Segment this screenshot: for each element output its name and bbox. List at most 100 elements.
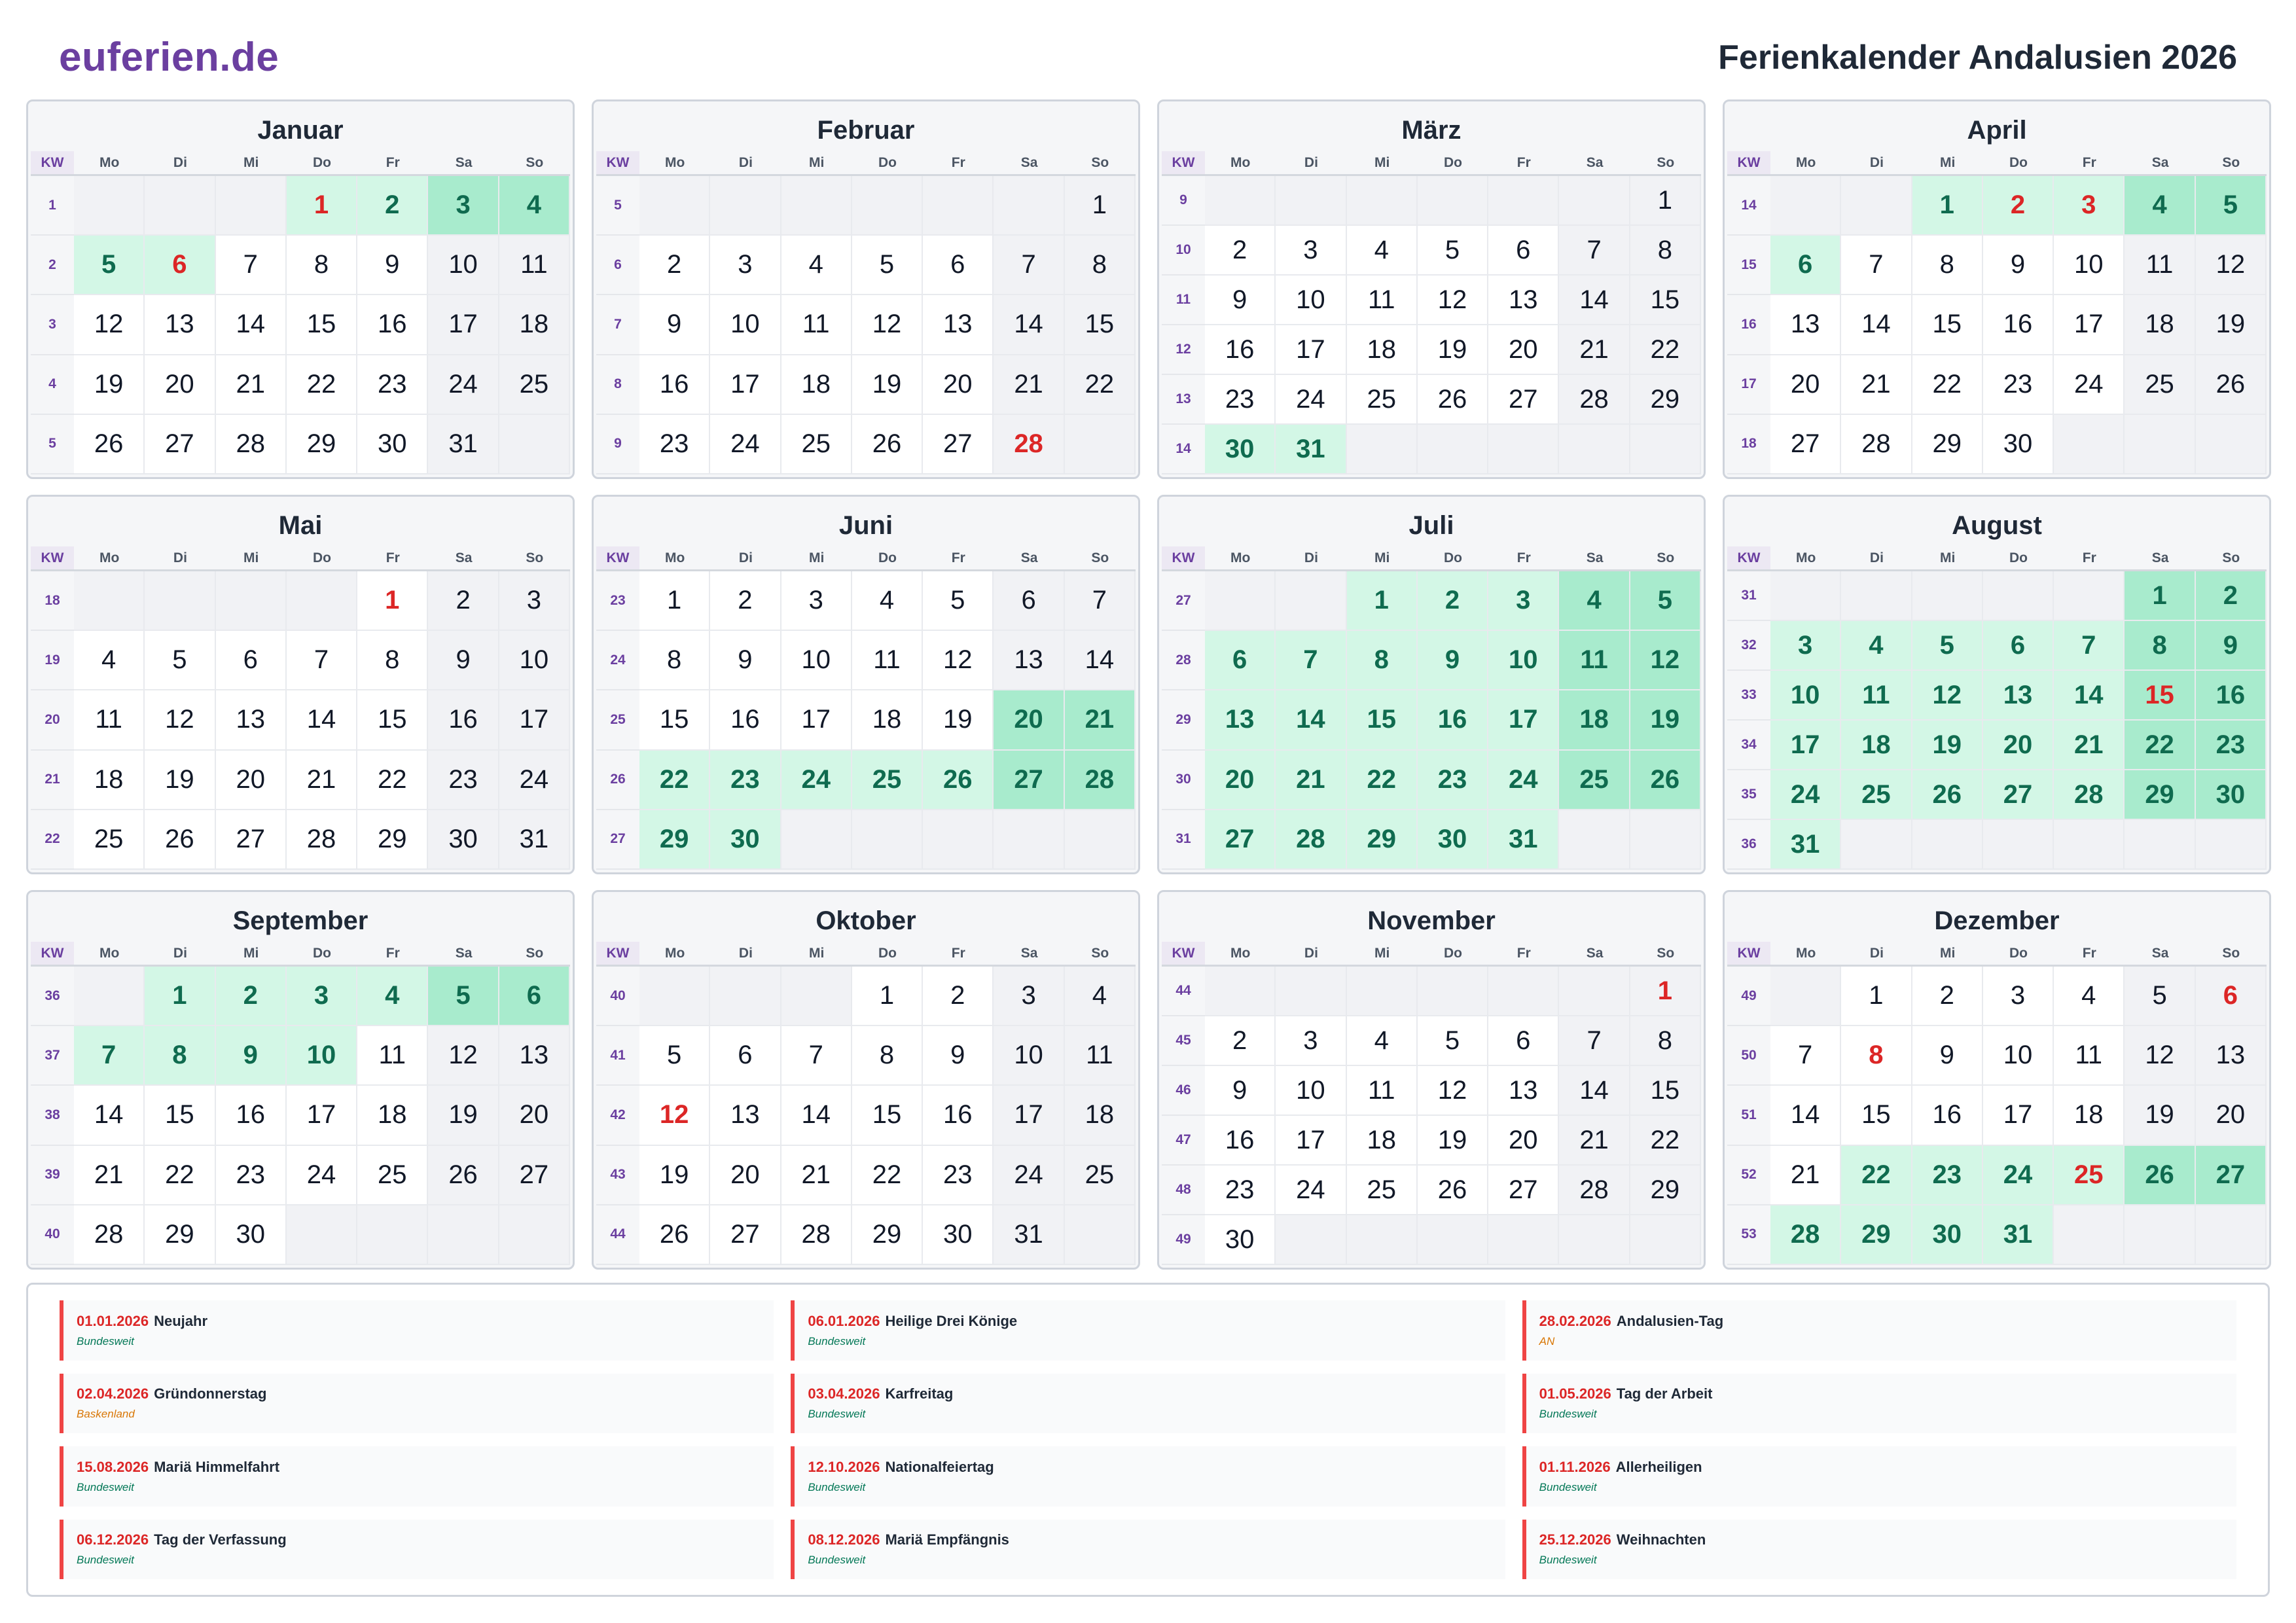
day-cell: 31 (428, 414, 499, 474)
week-number: 14 (1727, 176, 1770, 236)
empty-day-cell (215, 571, 287, 632)
weekday-header: Di (1841, 942, 1912, 967)
legend-item: 08.12.2026 Mariä Empfängnis Bundesweit (791, 1519, 1505, 1579)
week-number: 52 (1727, 1145, 1770, 1205)
page-title: Ferienkalender Andalusien 2026 (1718, 39, 2237, 77)
day-cell: 4 (781, 236, 852, 296)
day-cell: 18 (1346, 1116, 1418, 1166)
day-cell: 14 (74, 1086, 145, 1146)
weekday-header: Fr (1488, 942, 1560, 967)
week-number: 1 (31, 176, 74, 236)
day-cell: 9 (1417, 631, 1489, 691)
legend-item: 01.01.2026 Neujahr Bundesweit (60, 1300, 774, 1361)
week-number: 9 (1162, 176, 1205, 226)
kw-header: KW (596, 546, 639, 571)
weekday-header: So (499, 546, 570, 571)
month-name: Mai (278, 511, 323, 540)
day-cell: 10 (781, 631, 852, 691)
day-cell: 5 (1417, 1016, 1489, 1066)
day-cell: 21 (1770, 1145, 1842, 1205)
day-cell: 15 (852, 1086, 924, 1146)
legend-item: 15.08.2026 Mariä Himmelfahrt Bundesweit (60, 1446, 774, 1507)
weekday-header: Do (286, 151, 358, 176)
legend-item: 03.04.2026 Karfreitag Bundesweit (791, 1373, 1505, 1433)
weekday-header: Fr (923, 942, 994, 967)
empty-day-cell (1770, 176, 1842, 236)
weekday-header: Di (1276, 151, 1347, 176)
day-cell: 6 (1770, 236, 1842, 296)
empty-day-cell (2195, 414, 2267, 474)
empty-day-cell (1559, 1215, 1630, 1265)
empty-day-cell (1346, 425, 1418, 474)
day-cell: 26 (1417, 375, 1489, 425)
day-cell: 19 (639, 1145, 711, 1205)
legend-region: AN (1539, 1334, 1555, 1347)
legend-region: Bundesweit (808, 1334, 866, 1347)
weekday-header: So (1630, 546, 1701, 571)
day-cell: 21 (781, 1145, 852, 1205)
day-cell: 16 (710, 690, 781, 751)
day-cell: 15 (1346, 690, 1418, 751)
weekday-header: Fr (923, 151, 994, 176)
day-cell: 11 (1559, 631, 1630, 691)
day-cell: 14 (1064, 631, 1136, 691)
day-cell: 9 (710, 631, 781, 691)
empty-day-cell (215, 176, 287, 236)
empty-day-cell (781, 967, 852, 1027)
day-cell: 6 (2195, 967, 2267, 1027)
week-number: 34 (1727, 721, 1770, 770)
empty-day-cell (2195, 820, 2267, 870)
legend-holiday-name: Heilige Drei Könige (885, 1312, 1018, 1329)
empty-day-cell (1841, 571, 1912, 621)
day-cell: 7 (781, 1026, 852, 1086)
day-cell: 7 (1559, 226, 1630, 276)
empty-day-cell (1841, 176, 1912, 236)
week-number: 24 (596, 631, 639, 691)
day-cell: 14 (1559, 1066, 1630, 1116)
month-name: März (1401, 116, 1462, 145)
empty-day-cell (639, 176, 711, 236)
day-cell: 6 (1205, 631, 1276, 691)
week-number: 50 (1727, 1026, 1770, 1086)
day-cell: 2 (428, 571, 499, 632)
day-cell: 29 (1630, 375, 1701, 425)
day-cell: 27 (1205, 810, 1276, 870)
day-cell: 24 (2054, 355, 2125, 415)
day-cell: 6 (1488, 1016, 1560, 1066)
day-cell: 23 (357, 355, 429, 415)
week-number: 28 (1162, 631, 1205, 691)
weekday-header: Sa (994, 942, 1065, 967)
day-cell: 16 (1205, 1116, 1276, 1166)
week-number: 36 (31, 967, 74, 1027)
month-november: November KW Mo Di Mi Do Fr Sa So 44 1 45 2 3 4 5 6 7 8 46 9 1… (1157, 890, 1706, 1270)
weekday-header: Fr (1488, 546, 1560, 571)
month-märz: März KW Mo Di Mi Do Fr Sa So 9 1 10 2 3 4 5 6 7 8 11 9 10 11 12… (1157, 99, 1706, 479)
empty-day-cell (852, 810, 924, 870)
day-cell: 1 (639, 571, 711, 632)
day-cell: 8 (1630, 1016, 1701, 1066)
day-cell: 26 (1630, 750, 1701, 810)
day-cell: 18 (1559, 690, 1630, 751)
weekday-header: So (1630, 942, 1701, 967)
day-cell: 16 (639, 355, 711, 415)
weekday-header: Sa (994, 546, 1065, 571)
week-number: 17 (1727, 355, 1770, 415)
weekday-header: Di (710, 546, 781, 571)
weekday-header: Fr (2054, 151, 2125, 176)
week-number: 14 (1162, 425, 1205, 474)
day-cell: 26 (639, 1205, 711, 1265)
week-number: 3 (31, 295, 74, 355)
week-number: 45 (1162, 1016, 1205, 1066)
day-cell: 24 (1770, 770, 1842, 820)
weekday-header: So (1064, 546, 1136, 571)
legend-region: Bundesweit (808, 1408, 866, 1421)
month-juni: Juni KW Mo Di Mi Do Fr Sa So 23 1 2 3 4 5 6 7 24 8 9 10 11 12 1… (592, 495, 1140, 874)
legend-region: Bundesweit (1539, 1480, 1597, 1493)
day-cell: 18 (1841, 721, 1912, 770)
day-cell: 4 (1346, 226, 1418, 276)
site-logo[interactable]: euferien.de (59, 34, 279, 80)
day-cell: 4 (1559, 571, 1630, 632)
day-cell: 27 (994, 750, 1065, 810)
day-cell: 25 (1346, 375, 1418, 425)
empty-day-cell (1276, 967, 1347, 1016)
